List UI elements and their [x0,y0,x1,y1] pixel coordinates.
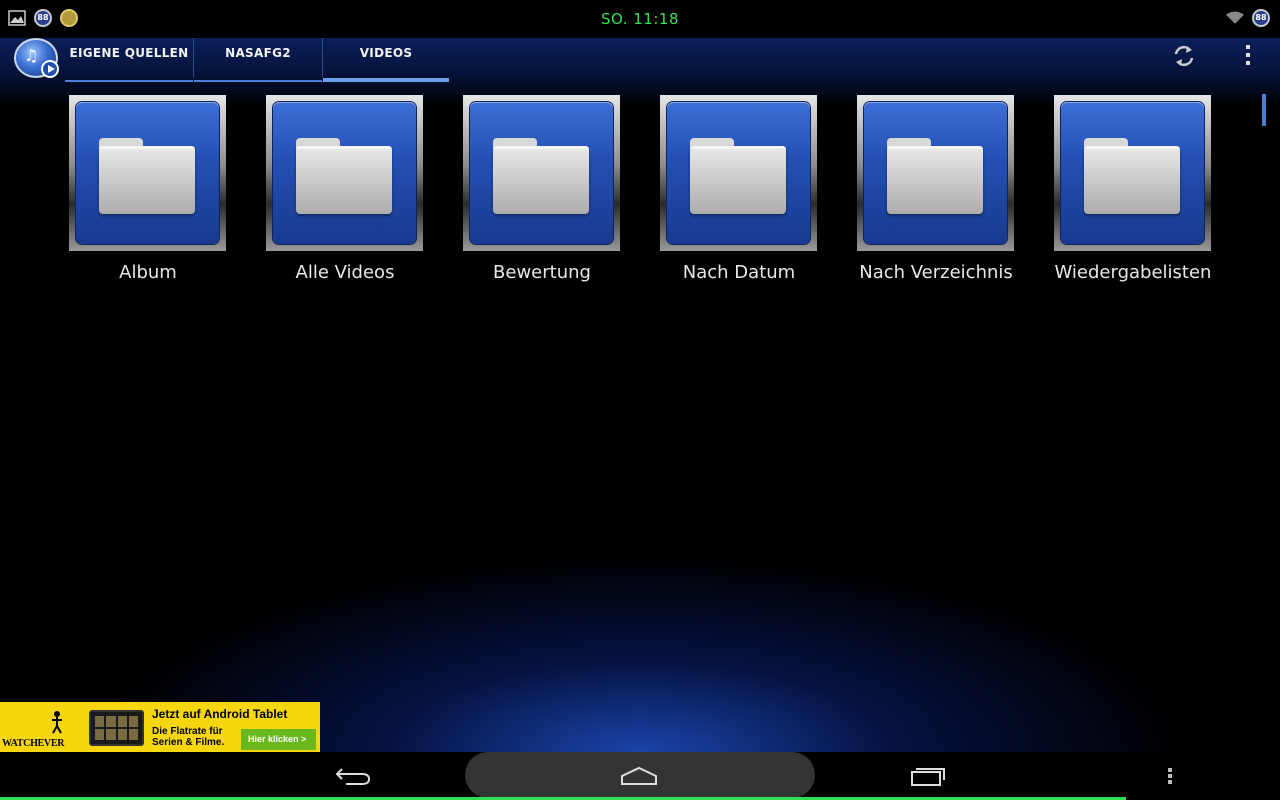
tile-frame [1054,95,1211,251]
folder-tile-nach-verzeichnis[interactable]: Nach Verzeichnis [857,95,1014,283]
music-note-icon: ♫ [24,46,39,65]
home-icon[interactable] [619,760,659,792]
action-bar: ♫ EIGENE QUELLEN NASAFG2 VIDEOS [0,38,1280,82]
folder-label: Album [119,262,177,283]
ad-subtitle: Die Flatrate für Serien & Filme. [152,726,224,748]
folder-tile-alle-videos[interactable]: Alle Videos [266,95,423,283]
ad-subtitle-line: Serien & Filme. [152,737,225,748]
ad-brand-logo: WATCHEVER [2,738,65,749]
tile-frame [857,95,1014,251]
menu-icon[interactable] [1150,760,1190,792]
tab-bar: EIGENE QUELLEN NASAFG2 VIDEOS [65,38,449,82]
tile-frame [463,95,620,251]
folder-label: Alle Videos [295,262,395,283]
folder-label: Bewertung [493,262,591,283]
folder-tile-album[interactable]: Album [69,95,226,283]
folder-tile-wiedergabelisten[interactable]: Wiedergabelisten [1054,95,1211,283]
folder-label: Wiedergabelisten [1054,262,1212,283]
tab-nasafg2[interactable]: NASAFG2 [194,38,322,82]
wifi-icon [1226,9,1244,27]
battery-badge-icon: 88 [1252,9,1270,27]
folder-icon [493,138,589,214]
ad-subtitle-line: Die Flatrate für [152,726,223,737]
tab-indicator [194,80,322,82]
scrollbar[interactable] [1262,94,1266,126]
status-bar: 88 SO. 11:18 88 [0,0,1280,38]
folder-icon [1084,138,1180,214]
folder-tile-bewertung[interactable]: Bewertung [463,95,620,283]
ad-banner[interactable]: WATCHEVER Jetzt auf Android Tablet Die F… [0,702,320,752]
tab-videos[interactable]: VIDEOS [323,38,449,82]
tab-label: VIDEOS [359,46,413,60]
folder-icon [690,138,786,214]
tile-frame [69,95,226,251]
system-icons: 88 [1226,9,1270,27]
tab-indicator-active [323,78,449,82]
app-logo-icon[interactable]: ♫ [14,38,59,78]
recent-apps-icon[interactable] [907,760,947,792]
folder-icon [296,138,392,214]
refresh-icon[interactable] [1170,42,1198,70]
tile-frame [660,95,817,251]
tab-eigene-quellen[interactable]: EIGENE QUELLEN [65,38,193,82]
play-icon [41,60,59,78]
tab-label: NASAFG2 [225,46,291,60]
ad-title: Jetzt auf Android Tablet [152,707,288,721]
ad-tablet-image [89,710,144,746]
tab-label: EIGENE QUELLEN [69,46,189,60]
clock: SO. 11:18 [601,10,679,28]
tile-frame [266,95,423,251]
ad-mascot-icon [50,710,64,734]
folder-label: Nach Verzeichnis [859,262,1013,283]
ad-cta-button[interactable]: Hier klicken > [241,729,316,750]
folder-label: Nach Datum [682,262,796,283]
overflow-menu-icon[interactable] [1240,42,1256,68]
tab-indicator [65,80,193,82]
folder-icon [99,138,195,214]
folder-icon [887,138,983,214]
back-icon[interactable] [333,760,373,792]
folder-tile-nach-datum[interactable]: Nach Datum [660,95,817,283]
main-content: ♫ EIGENE QUELLEN NASAFG2 VIDEOS Album Al… [0,38,1280,752]
